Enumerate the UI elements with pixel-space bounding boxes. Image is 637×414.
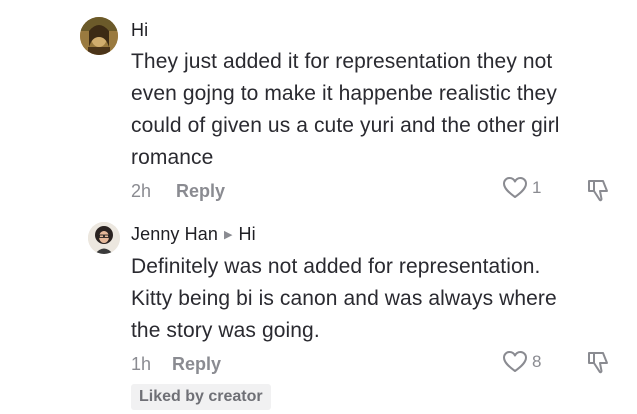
comment-item: Jenny Han ▶ Hi Definitely was not added fo…	[0, 210, 637, 414]
comment-timestamp: 1h	[131, 354, 152, 374]
author-name[interactable]: Hi	[131, 20, 148, 40]
comment-text-line: could of given us a cute yuri and the ot…	[131, 114, 560, 137]
liked-by-creator-badge: Liked by creator	[131, 384, 271, 410]
heart-outline-icon	[503, 351, 527, 372]
comment-text-line: They just added it for representation th…	[131, 50, 553, 73]
right-triangle-icon: ▶	[223, 229, 233, 241]
reply-to-name[interactable]: Hi	[239, 224, 256, 244]
comment-author[interactable]: Hi	[131, 20, 148, 41]
comment-thread: Hi They just added it for representation…	[0, 0, 637, 414]
comment-text-line: the story was going.	[131, 319, 320, 342]
like-count: 8	[532, 352, 542, 371]
comment-text-line: romance	[131, 146, 214, 169]
reply-button[interactable]: Reply	[176, 181, 225, 202]
comment-text: Definitely was not added for representat…	[131, 251, 557, 347]
comment-item: Hi They just added it for representation…	[0, 0, 637, 210]
author-name[interactable]: Jenny Han	[131, 224, 218, 244]
like-button[interactable]: 8	[502, 350, 541, 374]
avatar[interactable]	[88, 222, 120, 254]
heart-outline-icon	[503, 177, 527, 198]
dislike-button[interactable]	[586, 177, 612, 208]
avatar-image	[80, 17, 118, 55]
comment-timestamp: 2h	[131, 181, 152, 201]
comment-text: They just added it for representation th…	[131, 46, 560, 174]
dislike-button[interactable]	[586, 349, 612, 380]
like-count: 1	[532, 178, 542, 197]
thumbs-down-icon	[588, 352, 608, 374]
avatar[interactable]	[80, 17, 118, 55]
avatar-image	[88, 222, 120, 254]
comment-author[interactable]: Jenny Han ▶ Hi	[131, 224, 256, 245]
reply-button[interactable]: Reply	[172, 354, 221, 375]
like-button[interactable]: 1	[502, 176, 541, 200]
comment-text-line: Definitely was not added for representat…	[131, 255, 541, 278]
thumbs-down-icon	[588, 180, 608, 202]
comment-text-line: Kitty being bi is canon and was always w…	[131, 287, 557, 310]
comment-text-line: even gojng to make it happenbe realistic…	[131, 82, 557, 105]
